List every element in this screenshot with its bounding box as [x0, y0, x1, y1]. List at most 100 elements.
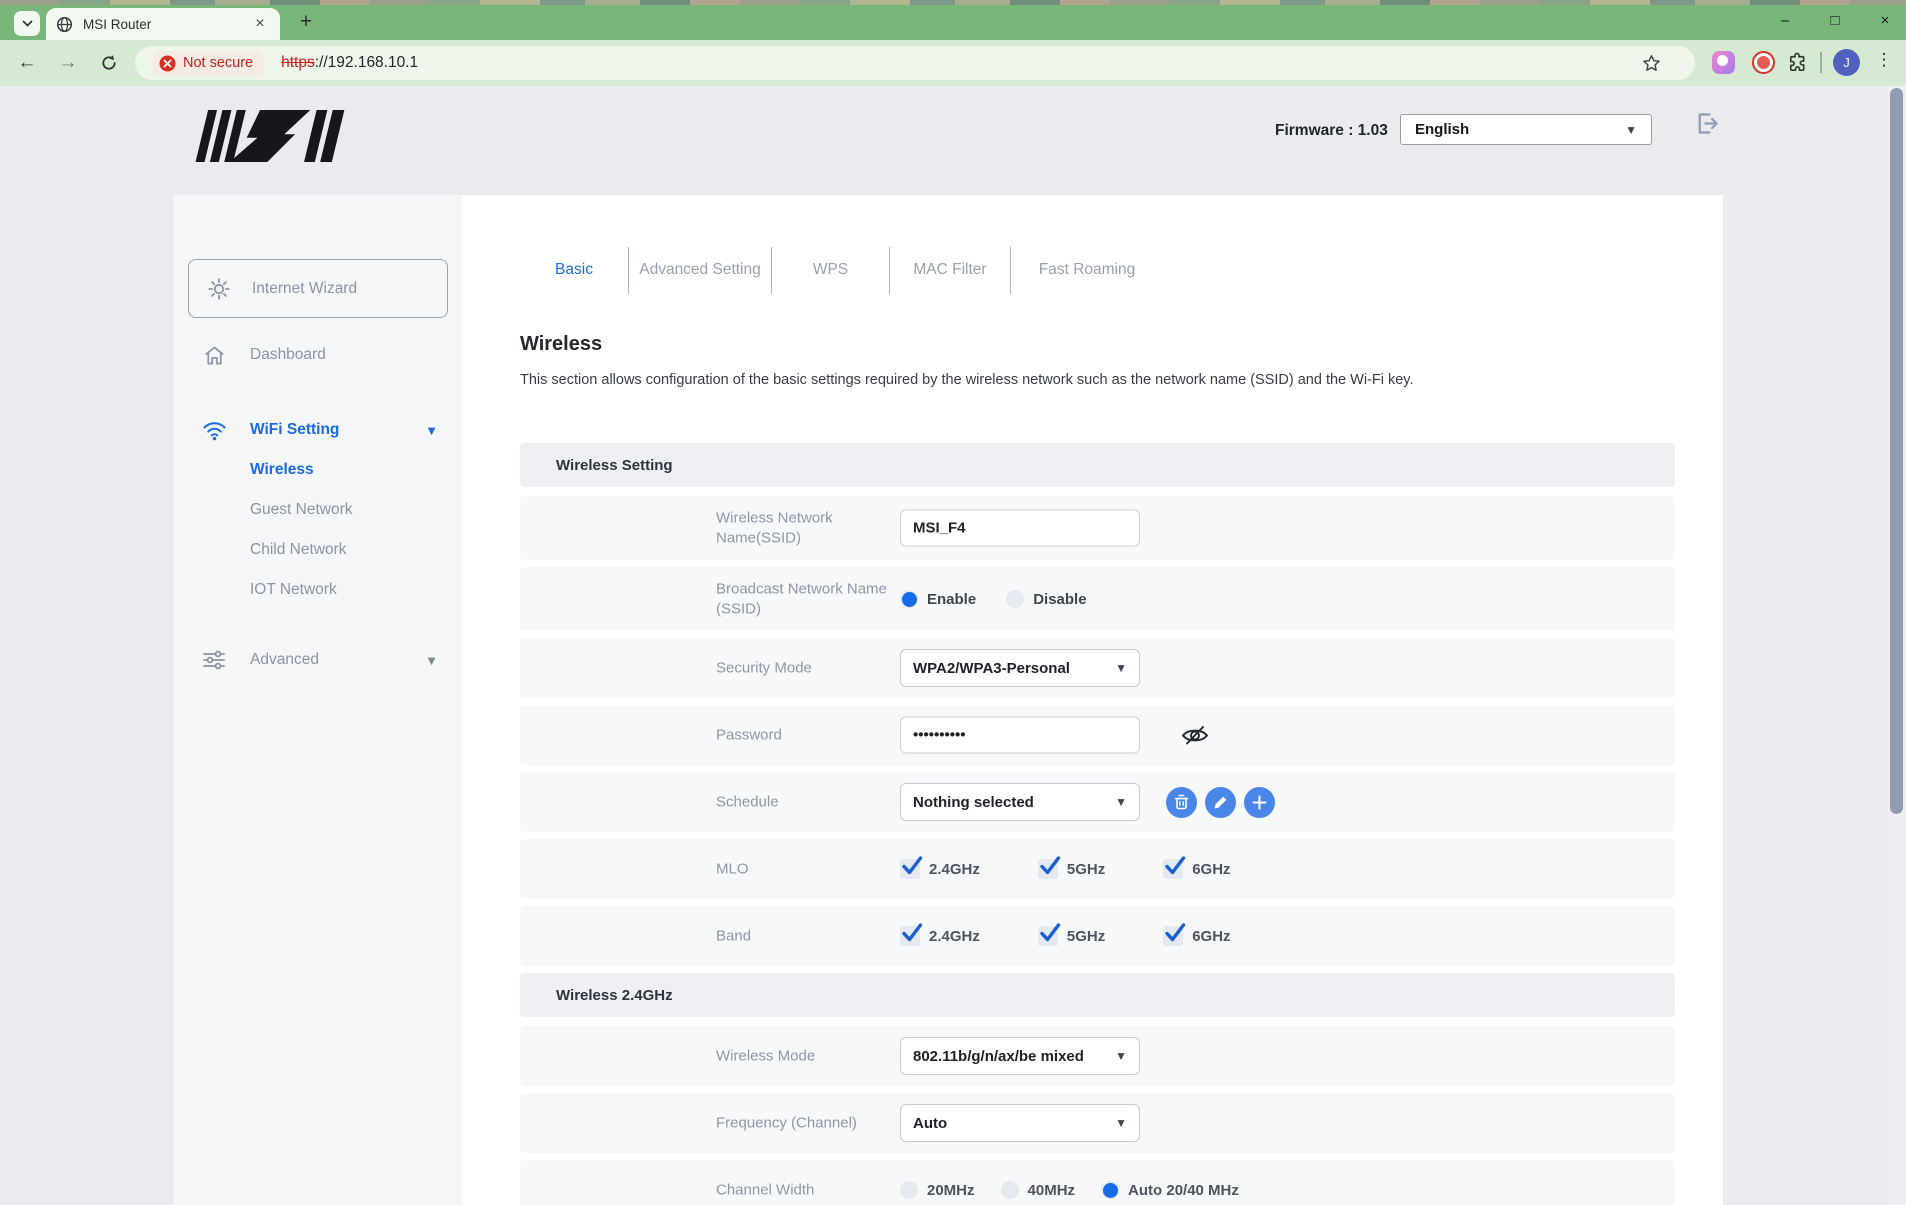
checkbox-checked[interactable]	[1038, 859, 1058, 879]
bookmark-star-button[interactable]	[1642, 54, 1661, 78]
radio-auto-2040[interactable]	[1101, 1181, 1119, 1199]
row-broadcast-ssid: Broadcast Network Name (SSID) Enable Dis…	[520, 567, 1675, 631]
sidebar-item-child-network[interactable]: Child Network	[250, 541, 346, 559]
channel-width-20mhz-option[interactable]: 20MHz	[900, 1181, 975, 1199]
language-select[interactable]: English ▼	[1400, 114, 1652, 145]
broadcast-disable-option[interactable]: Disable	[1006, 590, 1086, 608]
browser-menu-button[interactable]: ⋮	[1874, 50, 1894, 70]
address-bar[interactable]: Not secure https://192.168.10.1	[135, 46, 1695, 80]
extensions-button[interactable]	[1786, 51, 1809, 79]
sidebar-item-iot-network[interactable]: IOT Network	[250, 581, 337, 599]
radio-disable[interactable]	[1006, 590, 1024, 608]
checkbox-checked[interactable]	[900, 926, 920, 946]
minimize-button[interactable]: –	[1772, 12, 1798, 29]
caret-down-icon: ▼	[1115, 795, 1127, 809]
channel-width-40mhz-option[interactable]: 40MHz	[1001, 1181, 1076, 1199]
browser-tab[interactable]: MSI Router ×	[46, 8, 280, 40]
mlo-label: MLO	[716, 859, 896, 879]
tab-search-button[interactable]	[14, 11, 40, 36]
maximize-button[interactable]: □	[1822, 12, 1848, 29]
mlo-24ghz-option[interactable]: 2.4GHz	[900, 859, 980, 879]
tab-title: MSI Router	[83, 17, 250, 32]
band-label: Band	[716, 926, 896, 946]
tab-advanced-setting[interactable]: Advanced Setting	[629, 261, 771, 279]
mlo-5ghz-option[interactable]: 5GHz	[1038, 859, 1105, 879]
band-24ghz-option[interactable]: 2.4GHz	[900, 926, 980, 946]
row-schedule: Schedule Nothing selected ▼	[520, 772, 1675, 832]
broadcast-enable-option[interactable]: Enable	[900, 590, 976, 608]
row-ssid: Wireless Network Name(SSID)	[520, 496, 1675, 560]
router-page: Firmware : 1.03 English ▼ Internet Wizar…	[0, 86, 1906, 1205]
wifi-setting-label: WiFi Setting	[250, 421, 339, 439]
new-tab-button[interactable]: +	[292, 8, 320, 36]
msi-logo	[190, 110, 358, 167]
eye-off-icon	[1180, 722, 1210, 748]
wireless-mode-label: Wireless Mode	[716, 1046, 896, 1066]
sliders-icon	[201, 649, 227, 671]
schedule-select[interactable]: Nothing selected ▼	[900, 783, 1140, 821]
schedule-delete-button[interactable]	[1166, 787, 1197, 818]
enable-label: Enable	[927, 591, 976, 608]
content-panel: Basic Advanced Setting WPS MAC Filter Fa…	[462, 195, 1723, 1205]
sidebar-item-guest-network[interactable]: Guest Network	[250, 501, 353, 519]
security-badge[interactable]: Not secure	[151, 51, 265, 76]
url-scheme: https	[281, 54, 315, 71]
schedule-add-button[interactable]	[1244, 787, 1275, 818]
radio-40mhz[interactable]	[1001, 1181, 1019, 1199]
row-wireless-mode: Wireless Mode 802.11b/g/n/ax/be mixed ▼	[520, 1026, 1675, 1086]
channel-width-label: Channel Width	[716, 1180, 896, 1200]
sidebar-item-wifi-setting[interactable]: WiFi Setting ▼	[173, 413, 462, 447]
tab-mac-filter[interactable]: MAC Filter	[890, 261, 1010, 279]
mlo-24ghz-label: 2.4GHz	[929, 861, 980, 878]
caret-down-icon[interactable]: ▼	[425, 423, 438, 438]
sidebar-item-dashboard[interactable]: Dashboard	[173, 338, 462, 372]
ssid-input[interactable]	[900, 510, 1140, 547]
extension-record-icon[interactable]	[1752, 51, 1775, 74]
channel-width-auto-label: Auto 20/40 MHz	[1128, 1182, 1239, 1199]
mlo-6ghz-option[interactable]: 6GHz	[1163, 859, 1230, 879]
tab-close-icon[interactable]: ×	[250, 14, 270, 34]
radio-20mhz[interactable]	[900, 1181, 918, 1199]
security-mode-select[interactable]: WPA2/WPA3-Personal ▼	[900, 649, 1140, 687]
channel-width-auto-option[interactable]: Auto 20/40 MHz	[1101, 1181, 1239, 1199]
band-5ghz-option[interactable]: 5GHz	[1038, 926, 1105, 946]
internet-wizard-label: Internet Wizard	[252, 280, 357, 298]
sidebar-item-wireless[interactable]: Wireless	[250, 461, 314, 479]
extension-pink-icon[interactable]	[1712, 51, 1735, 74]
globe-icon	[56, 16, 73, 33]
window-close-button[interactable]: ×	[1872, 12, 1898, 29]
caret-down-icon[interactable]: ▼	[425, 653, 438, 668]
radio-enable[interactable]	[900, 590, 918, 608]
password-input[interactable]	[900, 717, 1140, 754]
tab-fast-roaming[interactable]: Fast Roaming	[1011, 261, 1163, 279]
channel-width-20mhz-label: 20MHz	[927, 1182, 975, 1199]
checkbox-checked[interactable]	[1163, 926, 1183, 946]
wireless-mode-value: 802.11b/g/n/ax/be mixed	[913, 1048, 1084, 1065]
chevron-down-icon	[21, 17, 34, 30]
tab-wps[interactable]: WPS	[772, 261, 889, 279]
row-password: Password	[520, 705, 1675, 765]
row-mlo: MLO 2.4GHz 5GHz 6GHz	[520, 839, 1675, 899]
schedule-value: Nothing selected	[913, 794, 1034, 811]
checkbox-checked[interactable]	[900, 859, 920, 879]
schedule-edit-button[interactable]	[1205, 787, 1236, 818]
window-controls: – □ ×	[1772, 0, 1898, 40]
tab-basic[interactable]: Basic	[520, 261, 628, 279]
band-6ghz-option[interactable]: 6GHz	[1163, 926, 1230, 946]
logout-button[interactable]	[1693, 110, 1720, 142]
wireless-mode-select[interactable]: 802.11b/g/n/ax/be mixed ▼	[900, 1037, 1140, 1075]
toggle-password-visibility-button[interactable]	[1180, 722, 1210, 748]
page-scrollbar[interactable]	[1887, 86, 1906, 1205]
reload-button[interactable]	[94, 49, 124, 77]
checkbox-checked[interactable]	[1038, 926, 1058, 946]
mlo-6ghz-label: 6GHz	[1192, 861, 1230, 878]
forward-button[interactable]: →	[53, 49, 83, 77]
back-button[interactable]: ←	[12, 49, 42, 77]
frequency-select[interactable]: Auto ▼	[900, 1104, 1140, 1142]
form-area: Wireless Setting Wireless Network Name(S…	[520, 443, 1675, 1205]
sidebar-item-advanced[interactable]: Advanced ▼	[173, 643, 462, 677]
sidebar-item-internet-wizard[interactable]: Internet Wizard	[188, 259, 448, 318]
checkbox-checked[interactable]	[1163, 859, 1183, 879]
profile-avatar[interactable]: J	[1833, 49, 1860, 76]
scrollbar-thumb[interactable]	[1890, 88, 1903, 814]
